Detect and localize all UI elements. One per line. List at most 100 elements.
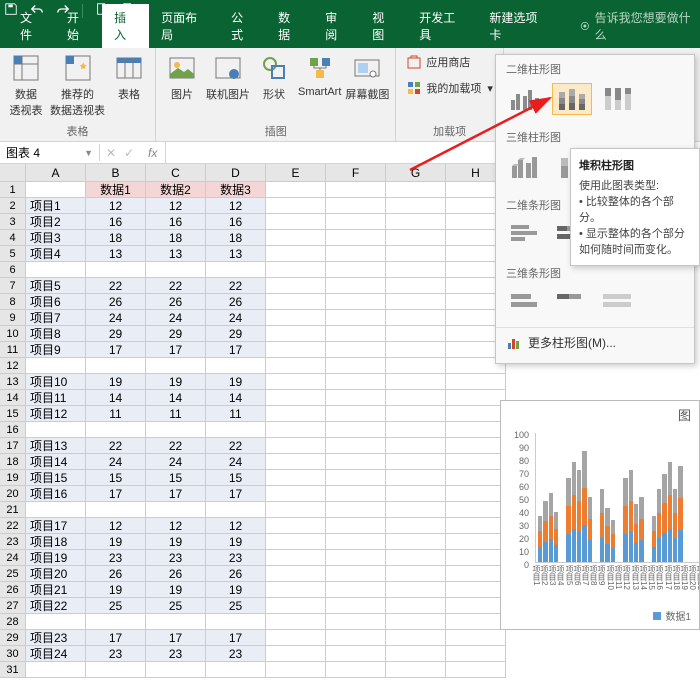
row-header[interactable]: 6 xyxy=(0,262,26,278)
online-picture-button[interactable]: 联机图片 xyxy=(206,52,250,102)
cell[interactable] xyxy=(146,662,206,678)
cell[interactable] xyxy=(146,422,206,438)
cell[interactable]: 19 xyxy=(206,534,266,550)
cell[interactable]: 26 xyxy=(146,566,206,582)
cell[interactable]: 24 xyxy=(206,310,266,326)
cell[interactable] xyxy=(206,662,266,678)
cell[interactable]: 16 xyxy=(86,214,146,230)
tab-文件[interactable]: 文件 xyxy=(8,4,55,48)
cell[interactable] xyxy=(26,182,86,198)
fx-icon[interactable]: fx xyxy=(140,146,165,160)
cell[interactable]: 23 xyxy=(86,550,146,566)
name-box[interactable]: 图表 4▼ xyxy=(0,144,100,161)
cell[interactable]: 25 xyxy=(146,598,206,614)
row-header[interactable]: 30 xyxy=(0,646,26,662)
row-header[interactable]: 7 xyxy=(0,278,26,294)
row-header[interactable]: 13 xyxy=(0,374,26,390)
cell[interactable]: 11 xyxy=(206,406,266,422)
cell[interactable] xyxy=(206,502,266,518)
cell[interactable]: 13 xyxy=(206,246,266,262)
row-header[interactable]: 29 xyxy=(0,630,26,646)
cell[interactable]: 25 xyxy=(206,598,266,614)
cell[interactable]: 项目18 xyxy=(26,534,86,550)
row-header[interactable]: 18 xyxy=(0,454,26,470)
cell[interactable]: 26 xyxy=(146,294,206,310)
cell[interactable] xyxy=(146,502,206,518)
3d-clustered-thumb[interactable] xyxy=(506,151,546,183)
cell[interactable]: 24 xyxy=(86,310,146,326)
cell[interactable] xyxy=(86,502,146,518)
row-header[interactable]: 10 xyxy=(0,326,26,342)
cell[interactable] xyxy=(26,502,86,518)
3d-100-stacked-bar-thumb[interactable] xyxy=(598,287,638,319)
row-header[interactable]: 9 xyxy=(0,310,26,326)
cell[interactable]: 项目6 xyxy=(26,294,86,310)
cell[interactable]: 24 xyxy=(206,454,266,470)
cell[interactable]: 19 xyxy=(206,582,266,598)
cell[interactable]: 项目2 xyxy=(26,214,86,230)
cell[interactable]: 项目16 xyxy=(26,486,86,502)
cell[interactable]: 18 xyxy=(206,230,266,246)
pivot-table-button[interactable]: 数据 透视表 xyxy=(6,52,46,118)
cell[interactable]: 19 xyxy=(86,582,146,598)
3d-stacked-bar-thumb[interactable] xyxy=(552,287,592,319)
cell[interactable] xyxy=(26,662,86,678)
cell[interactable] xyxy=(206,614,266,630)
cell[interactable]: 项目17 xyxy=(26,518,86,534)
cell[interactable]: 项目1 xyxy=(26,198,86,214)
cell[interactable]: 19 xyxy=(86,374,146,390)
cell[interactable]: 13 xyxy=(86,246,146,262)
cell[interactable]: 24 xyxy=(146,454,206,470)
cell[interactable]: 12 xyxy=(146,518,206,534)
cell[interactable]: 29 xyxy=(86,326,146,342)
picture-button[interactable]: 图片 xyxy=(162,52,202,102)
smartart-button[interactable]: SmartArt xyxy=(298,52,341,98)
cell[interactable] xyxy=(26,614,86,630)
cell[interactable]: 19 xyxy=(146,374,206,390)
tab-开发工具[interactable]: 开发工具 xyxy=(407,4,477,48)
cell[interactable]: 项目4 xyxy=(26,246,86,262)
clustered-bar-thumb[interactable] xyxy=(506,219,546,251)
cell[interactable]: 17 xyxy=(206,342,266,358)
row-header[interactable]: 4 xyxy=(0,230,26,246)
cell[interactable]: 26 xyxy=(86,294,146,310)
cell[interactable]: 数据1 xyxy=(86,182,146,198)
tab-审阅[interactable]: 审阅 xyxy=(313,4,360,48)
row-header[interactable]: 22 xyxy=(0,518,26,534)
cell[interactable]: 项目19 xyxy=(26,550,86,566)
stacked-column-thumb[interactable] xyxy=(552,83,592,115)
row-header[interactable]: 17 xyxy=(0,438,26,454)
cell[interactable]: 15 xyxy=(86,470,146,486)
3d-clustered-bar-thumb[interactable] xyxy=(506,287,546,319)
tab-插入[interactable]: 插入 xyxy=(102,4,149,48)
cell[interactable]: 23 xyxy=(206,646,266,662)
cell[interactable]: 16 xyxy=(206,214,266,230)
cell[interactable]: 12 xyxy=(86,518,146,534)
col-header-E[interactable]: E xyxy=(266,164,326,182)
cell[interactable]: 16 xyxy=(146,214,206,230)
cell[interactable]: 项目11 xyxy=(26,390,86,406)
cell[interactable]: 13 xyxy=(146,246,206,262)
cell[interactable]: 19 xyxy=(146,534,206,550)
row-header[interactable]: 25 xyxy=(0,566,26,582)
row-header[interactable]: 8 xyxy=(0,294,26,310)
cell[interactable]: 19 xyxy=(86,534,146,550)
cell[interactable]: 18 xyxy=(86,230,146,246)
cell[interactable]: 项目5 xyxy=(26,278,86,294)
cell[interactable] xyxy=(146,262,206,278)
row-header[interactable]: 11 xyxy=(0,342,26,358)
col-header-A[interactable]: A xyxy=(26,164,86,182)
cell[interactable] xyxy=(206,422,266,438)
tab-数据[interactable]: 数据 xyxy=(266,4,313,48)
cell[interactable]: 项目21 xyxy=(26,582,86,598)
cell[interactable]: 22 xyxy=(206,278,266,294)
row-header[interactable]: 2 xyxy=(0,198,26,214)
cell[interactable]: 22 xyxy=(86,438,146,454)
row-header[interactable]: 1 xyxy=(0,182,26,198)
cell[interactable]: 14 xyxy=(146,390,206,406)
cell[interactable]: 项目24 xyxy=(26,646,86,662)
clustered-column-thumb[interactable] xyxy=(506,83,546,115)
row-header[interactable]: 12 xyxy=(0,358,26,374)
cell[interactable] xyxy=(146,614,206,630)
cell[interactable]: 17 xyxy=(86,630,146,646)
